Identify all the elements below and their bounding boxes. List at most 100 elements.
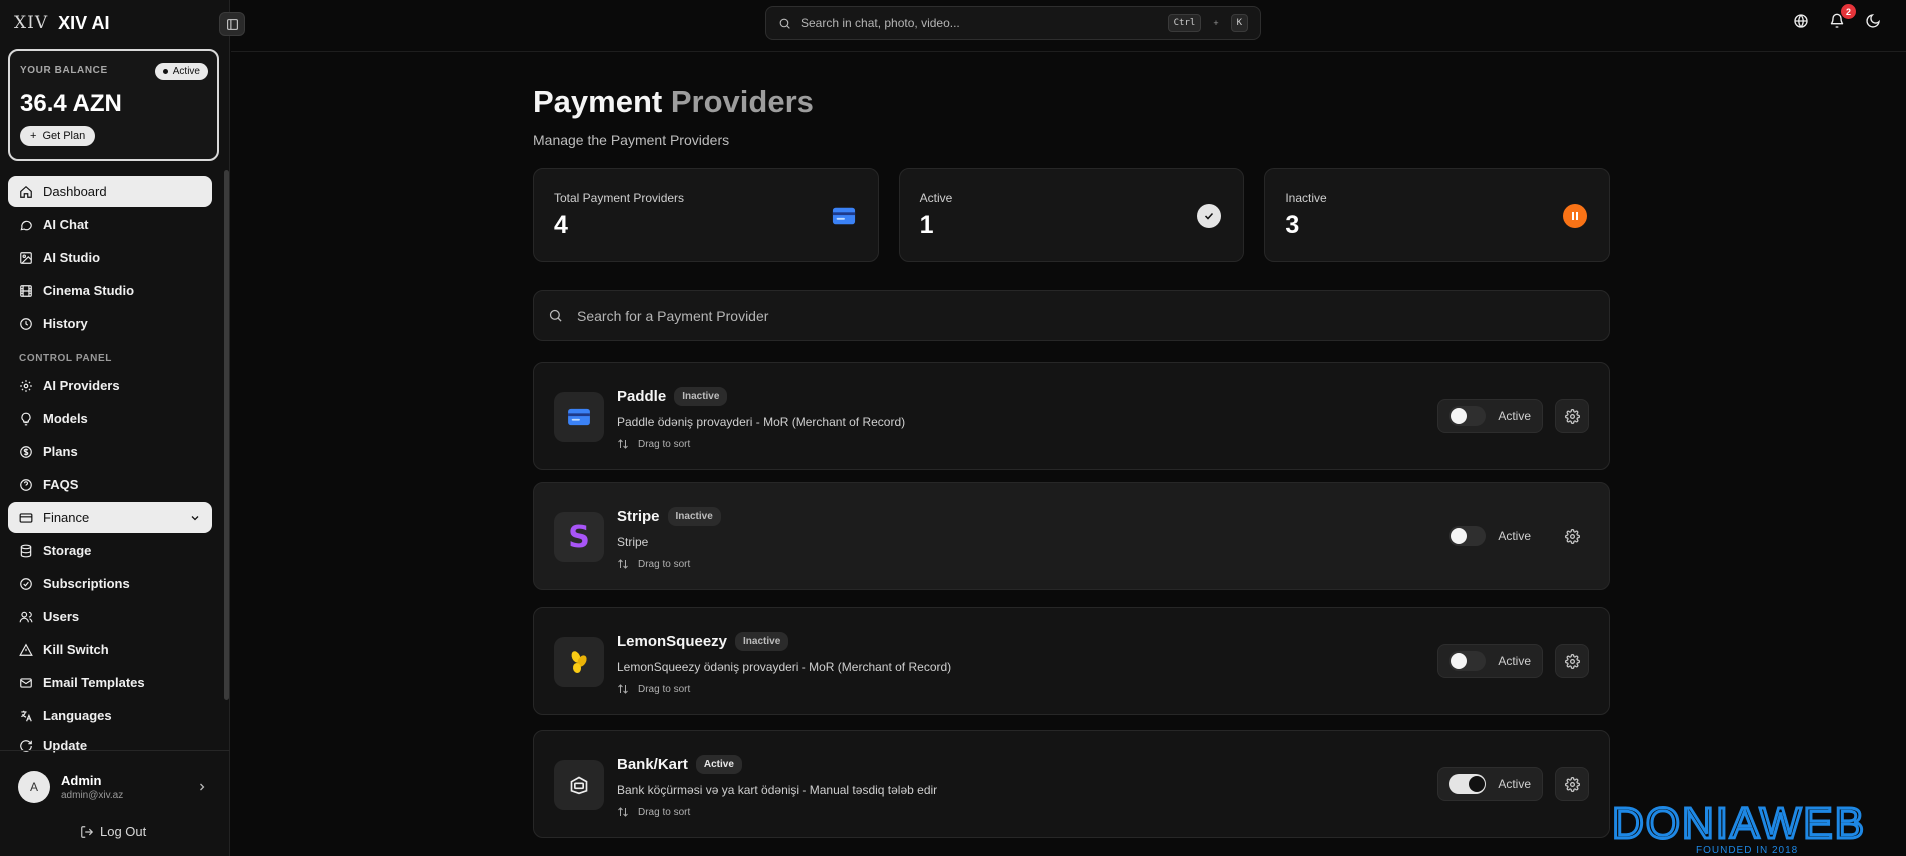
logout-label: Log Out <box>100 824 147 839</box>
sidebar-item-ai-studio[interactable]: AI Studio <box>8 242 212 273</box>
toggle-label: Active <box>1498 529 1531 543</box>
watermark-tagline: FOUNDED IN 2018 <box>1696 845 1798 856</box>
chip-icon <box>20 379 32 392</box>
drag-handle[interactable]: Drag to sort <box>617 558 721 570</box>
active-toggle[interactable]: Active <box>1437 399 1543 433</box>
sidebar-toggle-button[interactable] <box>219 12 245 36</box>
chevron-right-icon <box>200 783 205 791</box>
provider-card-bank-kart[interactable]: Bank/Kart Active Bank köçürməsi və ya ka… <box>533 730 1610 838</box>
sidebar-item-label: Plans <box>43 444 78 459</box>
user-email: admin@xiv.az <box>61 790 124 801</box>
provider-name: LemonSqueezy <box>617 633 728 650</box>
global-search-input[interactable] <box>801 16 1158 30</box>
stripe-s-icon: S <box>554 512 604 562</box>
control-panel-heading: CONTROL PANEL <box>19 353 112 364</box>
sidebar-item-label: Cinema Studio <box>43 283 135 298</box>
bulb-icon <box>21 412 31 425</box>
provider-card-lemonsqueezy[interactable]: LemonSqueezy Inactive LemonSqueezy ödəni… <box>533 607 1610 715</box>
toggle-switch[interactable] <box>1449 526 1487 546</box>
bank-card-icon <box>554 760 604 810</box>
sidebar-item-history[interactable]: History <box>8 308 212 339</box>
toggle-switch[interactable] <box>1449 651 1487 671</box>
toggle-knob <box>1469 776 1485 792</box>
page-title-part2: Providers <box>670 84 814 119</box>
provider-search-input[interactable] <box>577 307 1595 324</box>
sidebar-item-finance[interactable]: Finance <box>8 502 212 533</box>
sort-arrows-icon <box>618 559 628 569</box>
toggle-switch[interactable] <box>1449 406 1487 426</box>
user-profile-row[interactable]: A Admin admin@xiv.az <box>18 770 208 804</box>
brand-name: XIV AI <box>58 12 110 33</box>
sidebar-item-kill-switch[interactable]: Kill Switch <box>8 634 212 665</box>
user-name: Admin <box>61 773 102 788</box>
language-button[interactable] <box>1790 10 1812 32</box>
drag-handle[interactable]: Drag to sort <box>617 438 905 450</box>
sidebar-scrollbar[interactable] <box>224 170 229 700</box>
sidebar-item-storage[interactable]: Storage <box>8 535 212 566</box>
theme-toggle-button[interactable] <box>1862 10 1884 32</box>
active-toggle[interactable]: Active <box>1437 767 1543 801</box>
toggle-switch[interactable] <box>1449 774 1487 794</box>
provider-card-stripe[interactable]: S Stripe Inactive Stripe Drag to sort Ac… <box>533 482 1610 590</box>
provider-title-row: Paddle Inactive <box>617 387 905 406</box>
drag-label: Drag to sort <box>638 558 691 570</box>
logout-icon <box>81 825 94 838</box>
sidebar-item-subscriptions[interactable]: Subscriptions <box>8 568 212 599</box>
sidebar-item-label: Languages <box>43 708 112 723</box>
settings-button[interactable] <box>1555 519 1589 553</box>
sidebar-item-email-templates[interactable]: Email Templates <box>8 667 212 698</box>
sidebar-item-label: History <box>43 316 88 331</box>
topbar-actions: 2 <box>1790 4 1906 32</box>
global-search[interactable]: Ctrl + K <box>765 6 1261 40</box>
image-icon <box>20 251 32 264</box>
active-toggle[interactable]: Active <box>1437 519 1543 553</box>
provider-description: Paddle ödəniş provayderi - MoR (Merchant… <box>617 415 906 429</box>
sidebar-item-models[interactable]: Models <box>8 403 212 434</box>
toggle-knob <box>1451 528 1467 544</box>
stat-label: Active <box>919 191 953 205</box>
sidebar-item-faqs[interactable]: FAQS <box>8 469 212 500</box>
sidebar-item-languages[interactable]: Languages <box>8 700 212 731</box>
user-text: Admin admin@xiv.az <box>61 773 123 801</box>
settings-button[interactable] <box>1555 644 1589 678</box>
provider-title-row: Bank/Kart Active <box>617 755 937 774</box>
logout-button[interactable]: Log Out <box>80 824 146 839</box>
provider-info: Bank/Kart Active Bank köçürməsi və ya ka… <box>617 755 937 818</box>
provider-info: Stripe Inactive Stripe Drag to sort <box>617 507 721 570</box>
sidebar-panel-icon <box>226 18 238 30</box>
sidebar-item-ai-providers[interactable]: AI Providers <box>8 370 212 401</box>
sidebar-item-cinema-studio[interactable]: Cinema Studio <box>8 275 212 306</box>
stat-card-active: Active 1 <box>898 168 1245 262</box>
translate-icon <box>21 710 32 721</box>
get-plan-button[interactable]: + Get Plan <box>20 126 96 146</box>
sidebar-item-label: Models <box>43 411 88 426</box>
drag-handle[interactable]: Drag to sort <box>617 806 937 818</box>
users-icon <box>19 611 33 622</box>
watermark-text: DONIAWEB <box>1612 800 1866 848</box>
pause-icon <box>1563 204 1588 228</box>
provider-card-paddle[interactable]: Paddle Inactive Paddle ödəniş provayderi… <box>533 362 1610 470</box>
page-title: Payment Providers <box>533 84 1610 120</box>
active-toggle[interactable]: Active <box>1437 644 1543 678</box>
settings-button[interactable] <box>1555 399 1589 433</box>
stat-label: Inactive <box>1285 191 1327 205</box>
provider-description: LemonSqueezy ödəniş provayderi - MoR (Me… <box>617 660 952 674</box>
notifications-button[interactable]: 2 <box>1826 4 1856 32</box>
sidebar-item-dashboard[interactable]: Dashboard <box>8 176 212 207</box>
stripe-s-glyph: S <box>568 519 590 555</box>
gear-icon <box>1564 653 1580 669</box>
dollar-icon <box>20 445 32 458</box>
mail-icon <box>20 677 32 688</box>
sidebar-item-ai-chat[interactable]: AI Chat <box>8 209 212 240</box>
balance-card: YOUR BALANCE Active 36.4 AZN + Get Plan <box>8 49 219 161</box>
drag-handle[interactable]: Drag to sort <box>617 683 951 695</box>
sidebar-item-plans[interactable]: Plans <box>8 436 212 467</box>
sidebar-item-users[interactable]: Users <box>8 601 212 632</box>
sort-arrows-icon <box>618 684 628 694</box>
provider-search[interactable] <box>533 290 1610 341</box>
moon-icon <box>1866 14 1880 28</box>
drag-label: Drag to sort <box>638 806 691 818</box>
brand[interactable]: XIV XIV AI <box>14 6 109 40</box>
settings-button[interactable] <box>1555 767 1589 801</box>
topbar: Ctrl + K 2 <box>231 0 1906 52</box>
